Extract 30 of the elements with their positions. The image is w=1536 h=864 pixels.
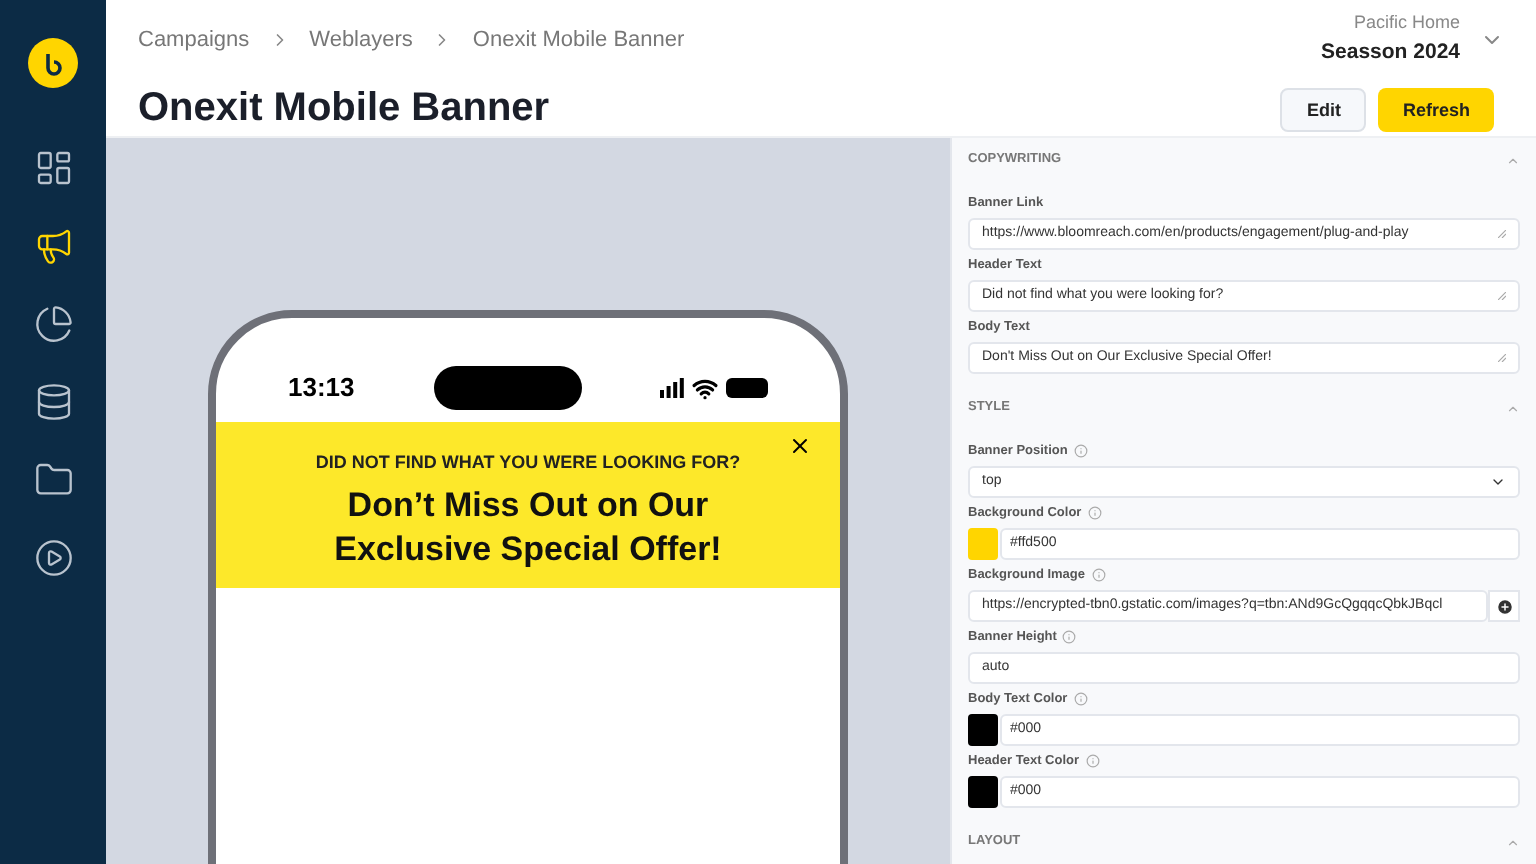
plus-icon bbox=[1495, 597, 1513, 615]
color-swatch[interactable] bbox=[968, 528, 998, 560]
resize-handle-icon[interactable] bbox=[1498, 230, 1506, 238]
collapse-icon[interactable] bbox=[1506, 401, 1520, 415]
banner-body: Don’t Miss Out on Our Exclusive Special Offer! bbox=[332, 483, 724, 571]
refresh-button[interactable]: Refresh bbox=[1378, 88, 1494, 133]
logo-icon[interactable] bbox=[28, 38, 78, 88]
signal-icon bbox=[660, 378, 684, 398]
breadcrumb-link[interactable]: Campaigns bbox=[138, 24, 250, 57]
play-icon[interactable] bbox=[31, 536, 75, 580]
breadcrumb-link[interactable]: Onexit Mobile Banner bbox=[472, 24, 685, 57]
workspace-name[interactable]: Seasson 2024 bbox=[1321, 37, 1460, 69]
edit-button[interactable]: Edit bbox=[1280, 88, 1367, 133]
chevron-down-icon bbox=[1490, 474, 1506, 490]
add-button[interactable] bbox=[1488, 590, 1520, 622]
resize-handle-icon[interactable] bbox=[1498, 354, 1506, 362]
collapse-icon[interactable] bbox=[1506, 835, 1520, 849]
banner-header: DID NOT FIND WHAT YOU WERE LOOKING FOR? bbox=[315, 450, 741, 476]
color-swatch[interactable] bbox=[968, 776, 998, 808]
wifi-icon bbox=[692, 375, 718, 401]
page-title: Onexit Mobile Banner bbox=[138, 83, 552, 133]
color-swatch[interactable] bbox=[968, 714, 998, 746]
project-name: Pacific Home bbox=[1353, 10, 1460, 36]
status-time: 13:13 bbox=[288, 370, 355, 407]
resize-handle-icon[interactable] bbox=[1498, 292, 1506, 300]
collapse-icon[interactable] bbox=[1506, 153, 1520, 167]
battery-icon bbox=[726, 378, 768, 398]
pie-chart-icon[interactable] bbox=[31, 302, 75, 346]
close-icon[interactable] bbox=[788, 434, 812, 458]
breadcrumb-link[interactable]: Weblayers bbox=[309, 24, 413, 57]
